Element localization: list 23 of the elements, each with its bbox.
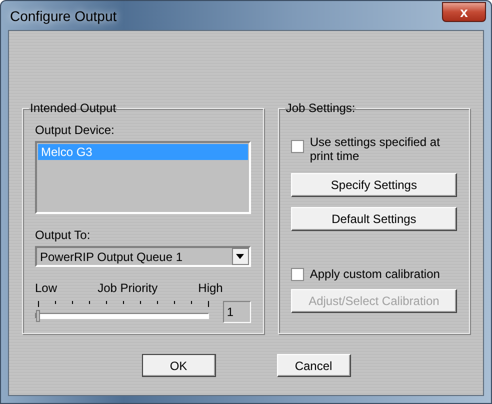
window-title: Configure Output [9,8,117,24]
dropdown-button[interactable] [232,248,249,265]
checkbox[interactable] [290,140,304,153]
checkbox-label: Use settings specified at print time [310,135,441,163]
group-title: Intended Output [29,101,118,115]
checkbox[interactable] [290,268,304,281]
settings-button[interactable]: Specify Settings [290,173,457,197]
slider-label: Low [35,281,58,295]
output-dropdown[interactable]: PowerRIP Output Queue 1 [35,246,251,267]
caret-icon [236,254,244,259]
slider-thumb[interactable] [36,310,40,322]
checkbox-label: Apply custom calibration [310,267,440,281]
slider-label: High [198,281,223,295]
slider-title: Job Priority [98,281,158,295]
priority-field[interactable]: 1 [222,301,251,323]
dialog-button[interactable]: OK [142,354,216,377]
priority-slider[interactable] [35,301,209,323]
field-label: Output Device: [35,123,116,137]
close-button[interactable]: x [442,2,486,22]
settings-button[interactable]: Default Settings [290,207,457,231]
dialog-button[interactable]: Cancel [276,354,350,377]
group-title: Job Settings: [284,101,356,115]
field-label: Output To: [35,228,92,242]
